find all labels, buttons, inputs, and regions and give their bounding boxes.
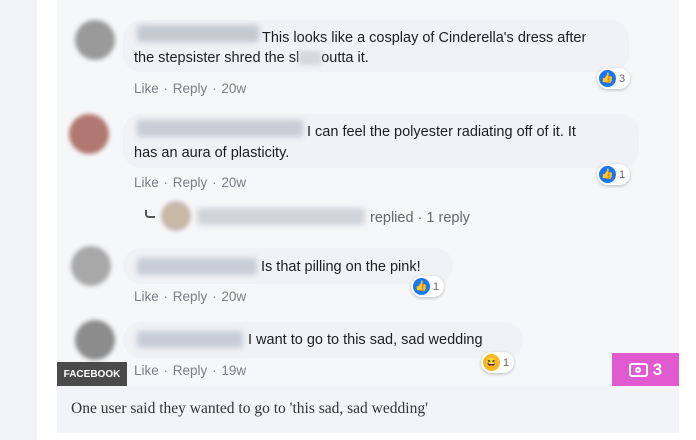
timestamp: 19w — [221, 363, 247, 378]
avatar — [69, 114, 109, 154]
camera-icon — [628, 362, 648, 377]
reply-link[interactable]: Reply — [173, 175, 208, 190]
like-link[interactable]: Like — [134, 363, 159, 378]
haha-emoji-icon: 😆 — [483, 354, 500, 371]
redacted-name — [197, 208, 365, 225]
source-badge: FACEBOOK — [57, 362, 127, 386]
timestamp: 20w — [221, 289, 247, 304]
comment-actions: Like · Reply · 20w — [134, 175, 247, 190]
thumbs-up-icon: 👍 — [599, 70, 616, 87]
avatar — [75, 20, 115, 60]
view-replies-link[interactable]: replied · 1 reply — [370, 210, 470, 226]
reply-link[interactable]: Reply — [173, 289, 208, 304]
avatar — [75, 320, 115, 360]
avatar — [71, 246, 111, 286]
redacted-word — [299, 51, 322, 66]
comment-screenshot[interactable]: This looks like a cosplay of Cinderella'… — [57, 0, 679, 386]
redacted-name — [137, 120, 303, 137]
reaction-count[interactable]: 👍 1 — [411, 276, 445, 297]
avatar — [161, 201, 191, 231]
comment-actions: Like · Reply · 20w — [134, 81, 247, 96]
comment-text: the stepsister shred the sl outta it. — [134, 50, 369, 66]
comment-text: Is that pilling on the pink! — [261, 259, 421, 275]
timestamp: 20w — [221, 175, 247, 190]
redacted-name — [137, 25, 259, 42]
image-caption: One user said they wanted to go to 'this… — [71, 400, 428, 417]
reply-arrow-icon — [145, 210, 155, 218]
photo-gallery-button[interactable]: 3 — [612, 353, 679, 386]
comment-text: I want to go to this sad, sad wedding — [248, 332, 483, 348]
comment-text: This looks like a cosplay of Cinderella'… — [262, 30, 587, 46]
reaction-count[interactable]: 😆 1 — [481, 352, 515, 373]
redacted-name — [137, 331, 243, 348]
thumbs-up-icon: 👍 — [599, 166, 616, 183]
redacted-name — [137, 258, 257, 275]
reaction-count[interactable]: 👍 1 — [597, 164, 631, 185]
comment-actions: Like · Reply · 19w — [134, 363, 247, 378]
reaction-count[interactable]: 👍 3 — [597, 68, 631, 89]
comment-actions: Like · Reply · 20w — [134, 289, 247, 304]
reply-link[interactable]: Reply — [173, 363, 208, 378]
comment-text: I can feel the polyester radiating off o… — [307, 124, 576, 140]
like-link[interactable]: Like — [134, 289, 159, 304]
like-link[interactable]: Like — [134, 175, 159, 190]
reply-link[interactable]: Reply — [173, 81, 208, 96]
comment-text: has an aura of plasticity. — [134, 145, 290, 161]
thumbs-up-icon: 👍 — [413, 278, 430, 295]
like-link[interactable]: Like — [134, 81, 159, 96]
timestamp: 20w — [221, 81, 247, 96]
